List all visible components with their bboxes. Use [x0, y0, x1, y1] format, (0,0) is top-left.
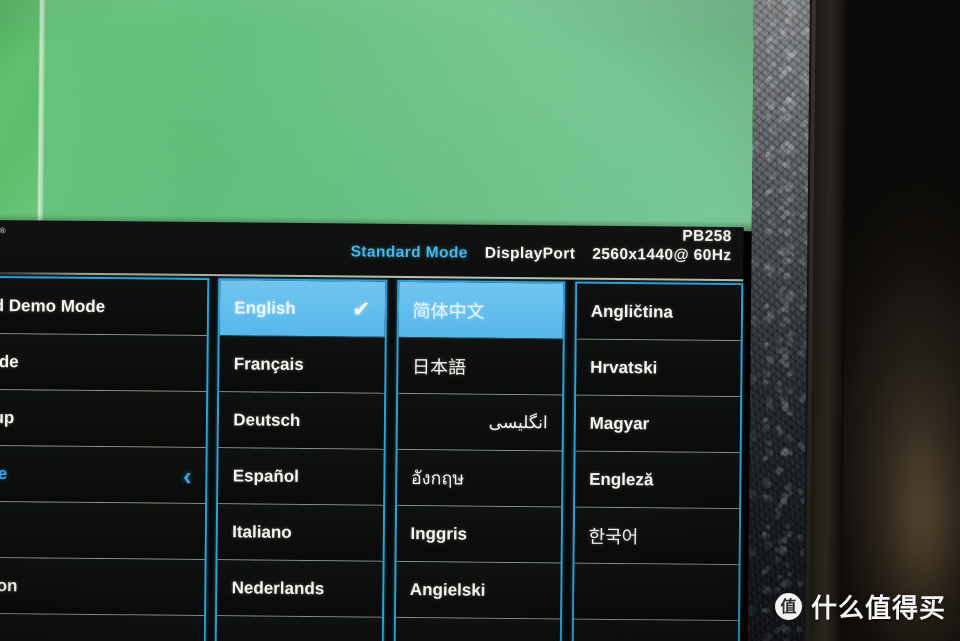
monitor-screen: ® PB258 Standard Mode DisplayPort 2560x1… — [0, 0, 754, 641]
language-option[interactable]: 한국어 — [574, 507, 740, 566]
monitor-model-label: PB258 — [682, 227, 732, 246]
checkmark-icon: ✔ — [351, 295, 371, 322]
language-option-label: Angielski — [409, 579, 486, 600]
menu-item-label: ge — [0, 463, 8, 483]
language-option[interactable]: English ✔ — [220, 280, 385, 338]
input-source-label: DisplayPort — [484, 244, 576, 263]
osd-status-line: Standard Mode DisplayPort 2560x1440@ 60H… — [351, 243, 732, 265]
photo-scene: ® PB258 Standard Mode DisplayPort 2560x1… — [0, 0, 960, 641]
menu-item-label: tion — [0, 575, 18, 595]
osd-header: ® PB258 Standard Mode DisplayPort 2560x1… — [0, 220, 744, 283]
registered-mark-icon: ® — [0, 226, 6, 236]
language-list-2: 简体中文日本語 انگلیسی อังกฤษ Inggris Angielski — [392, 279, 566, 641]
menu-item-0[interactable]: id Demo Mode — [0, 277, 208, 337]
language-option[interactable]: อังกฤษ — [396, 449, 562, 508]
language-option[interactable]: 简体中文 — [398, 281, 564, 340]
language-option-label: อังกฤษ — [410, 468, 465, 490]
room-glow — [862, 300, 960, 641]
language-list-3: Angličtina Hrvatski Magyar Engleză 한국어 — [571, 281, 744, 641]
resolution-label: 2560x1440@ 60Hz — [592, 245, 732, 265]
language-option[interactable] — [216, 616, 382, 641]
language-option[interactable]: Español — [218, 448, 384, 506]
language-option-label: Hrvatski — [590, 357, 658, 377]
language-column-2: 简体中文日本語 انگلیسی อังกฤษ Inggris Angielski — [392, 279, 566, 641]
language-option[interactable] — [573, 619, 738, 641]
language-option-label: Nederlands — [231, 577, 325, 598]
language-option-label: Italiano — [232, 521, 292, 542]
language-option[interactable]: Angielski — [395, 561, 561, 620]
language-column-1: English ✔ Français Deutsch Español Italiano Ne… — [214, 278, 387, 641]
language-option-label: Español — [232, 465, 299, 486]
language-option[interactable]: Angličtina — [576, 283, 742, 342]
osd-main-menu-column: id Demo Mode ode tup ge ‹ k tion — [0, 275, 210, 641]
menu-item-2[interactable]: tup — [0, 389, 207, 449]
wallpaper-moire — [0, 0, 754, 232]
preset-mode-label: Standard Mode — [350, 243, 468, 262]
language-option[interactable]: Engleză — [574, 451, 740, 510]
desktop-wallpaper — [0, 0, 754, 232]
language-option-label: 日本語 — [411, 356, 467, 379]
language-option-label: 简体中文 — [412, 300, 485, 323]
language-option[interactable]: 日本語 — [397, 337, 563, 396]
language-list-1: English ✔ Français Deutsch Español Italiano Ne… — [214, 278, 387, 641]
language-option[interactable]: Deutsch — [219, 392, 384, 450]
menu-item-1[interactable]: ode — [0, 333, 208, 393]
menu-item-6[interactable] — [0, 613, 205, 641]
language-option-label: English — [234, 297, 296, 318]
language-option-label: انگلیسی — [488, 412, 548, 433]
language-option-label: Inggris — [410, 523, 468, 544]
language-option-label: Deutsch — [233, 409, 301, 430]
osd-panel: ® PB258 Standard Mode DisplayPort 2560x1… — [0, 219, 744, 641]
menu-item-label: tup — [0, 407, 15, 427]
language-option[interactable]: انگلیسی — [397, 393, 562, 452]
menu-item-3[interactable]: ge ‹ — [0, 445, 207, 505]
language-option[interactable]: Magyar — [575, 395, 741, 454]
language-option[interactable]: Italiano — [217, 504, 383, 562]
language-option[interactable] — [573, 563, 739, 622]
language-option-label: 한국어 — [588, 526, 639, 548]
menu-item-5[interactable]: tion — [0, 557, 205, 617]
language-option[interactable]: Nederlands — [217, 560, 383, 618]
language-option-label: Français — [233, 353, 304, 374]
language-option-label: Angličtina — [590, 301, 674, 322]
menu-item-4[interactable]: k — [0, 501, 206, 561]
menu-item-label: ode — [0, 351, 19, 371]
osd-main-menu-list: id Demo Mode ode tup ge ‹ k tion — [0, 275, 210, 641]
asus-logo-icon: ® — [0, 226, 18, 256]
language-option[interactable]: Hrvatski — [575, 339, 741, 398]
language-option[interactable]: Inggris — [396, 505, 561, 564]
language-option[interactable]: Français — [219, 336, 385, 394]
language-option-label: Engleză — [589, 469, 654, 489]
menu-item-label: id Demo Mode — [0, 295, 106, 316]
language-column-3: Angličtina Hrvatski Magyar Engleză 한국어 — [571, 281, 744, 641]
osd-columns: id Demo Mode ode tup ge ‹ k tion English ✔ Franç… — [0, 275, 744, 641]
chevron-left-icon: ‹ — [182, 460, 192, 491]
osd-status-group: PB258 Standard Mode DisplayPort 2560x144… — [351, 225, 732, 265]
language-option-label: Magyar — [589, 413, 650, 433]
language-option[interactable] — [395, 617, 560, 641]
